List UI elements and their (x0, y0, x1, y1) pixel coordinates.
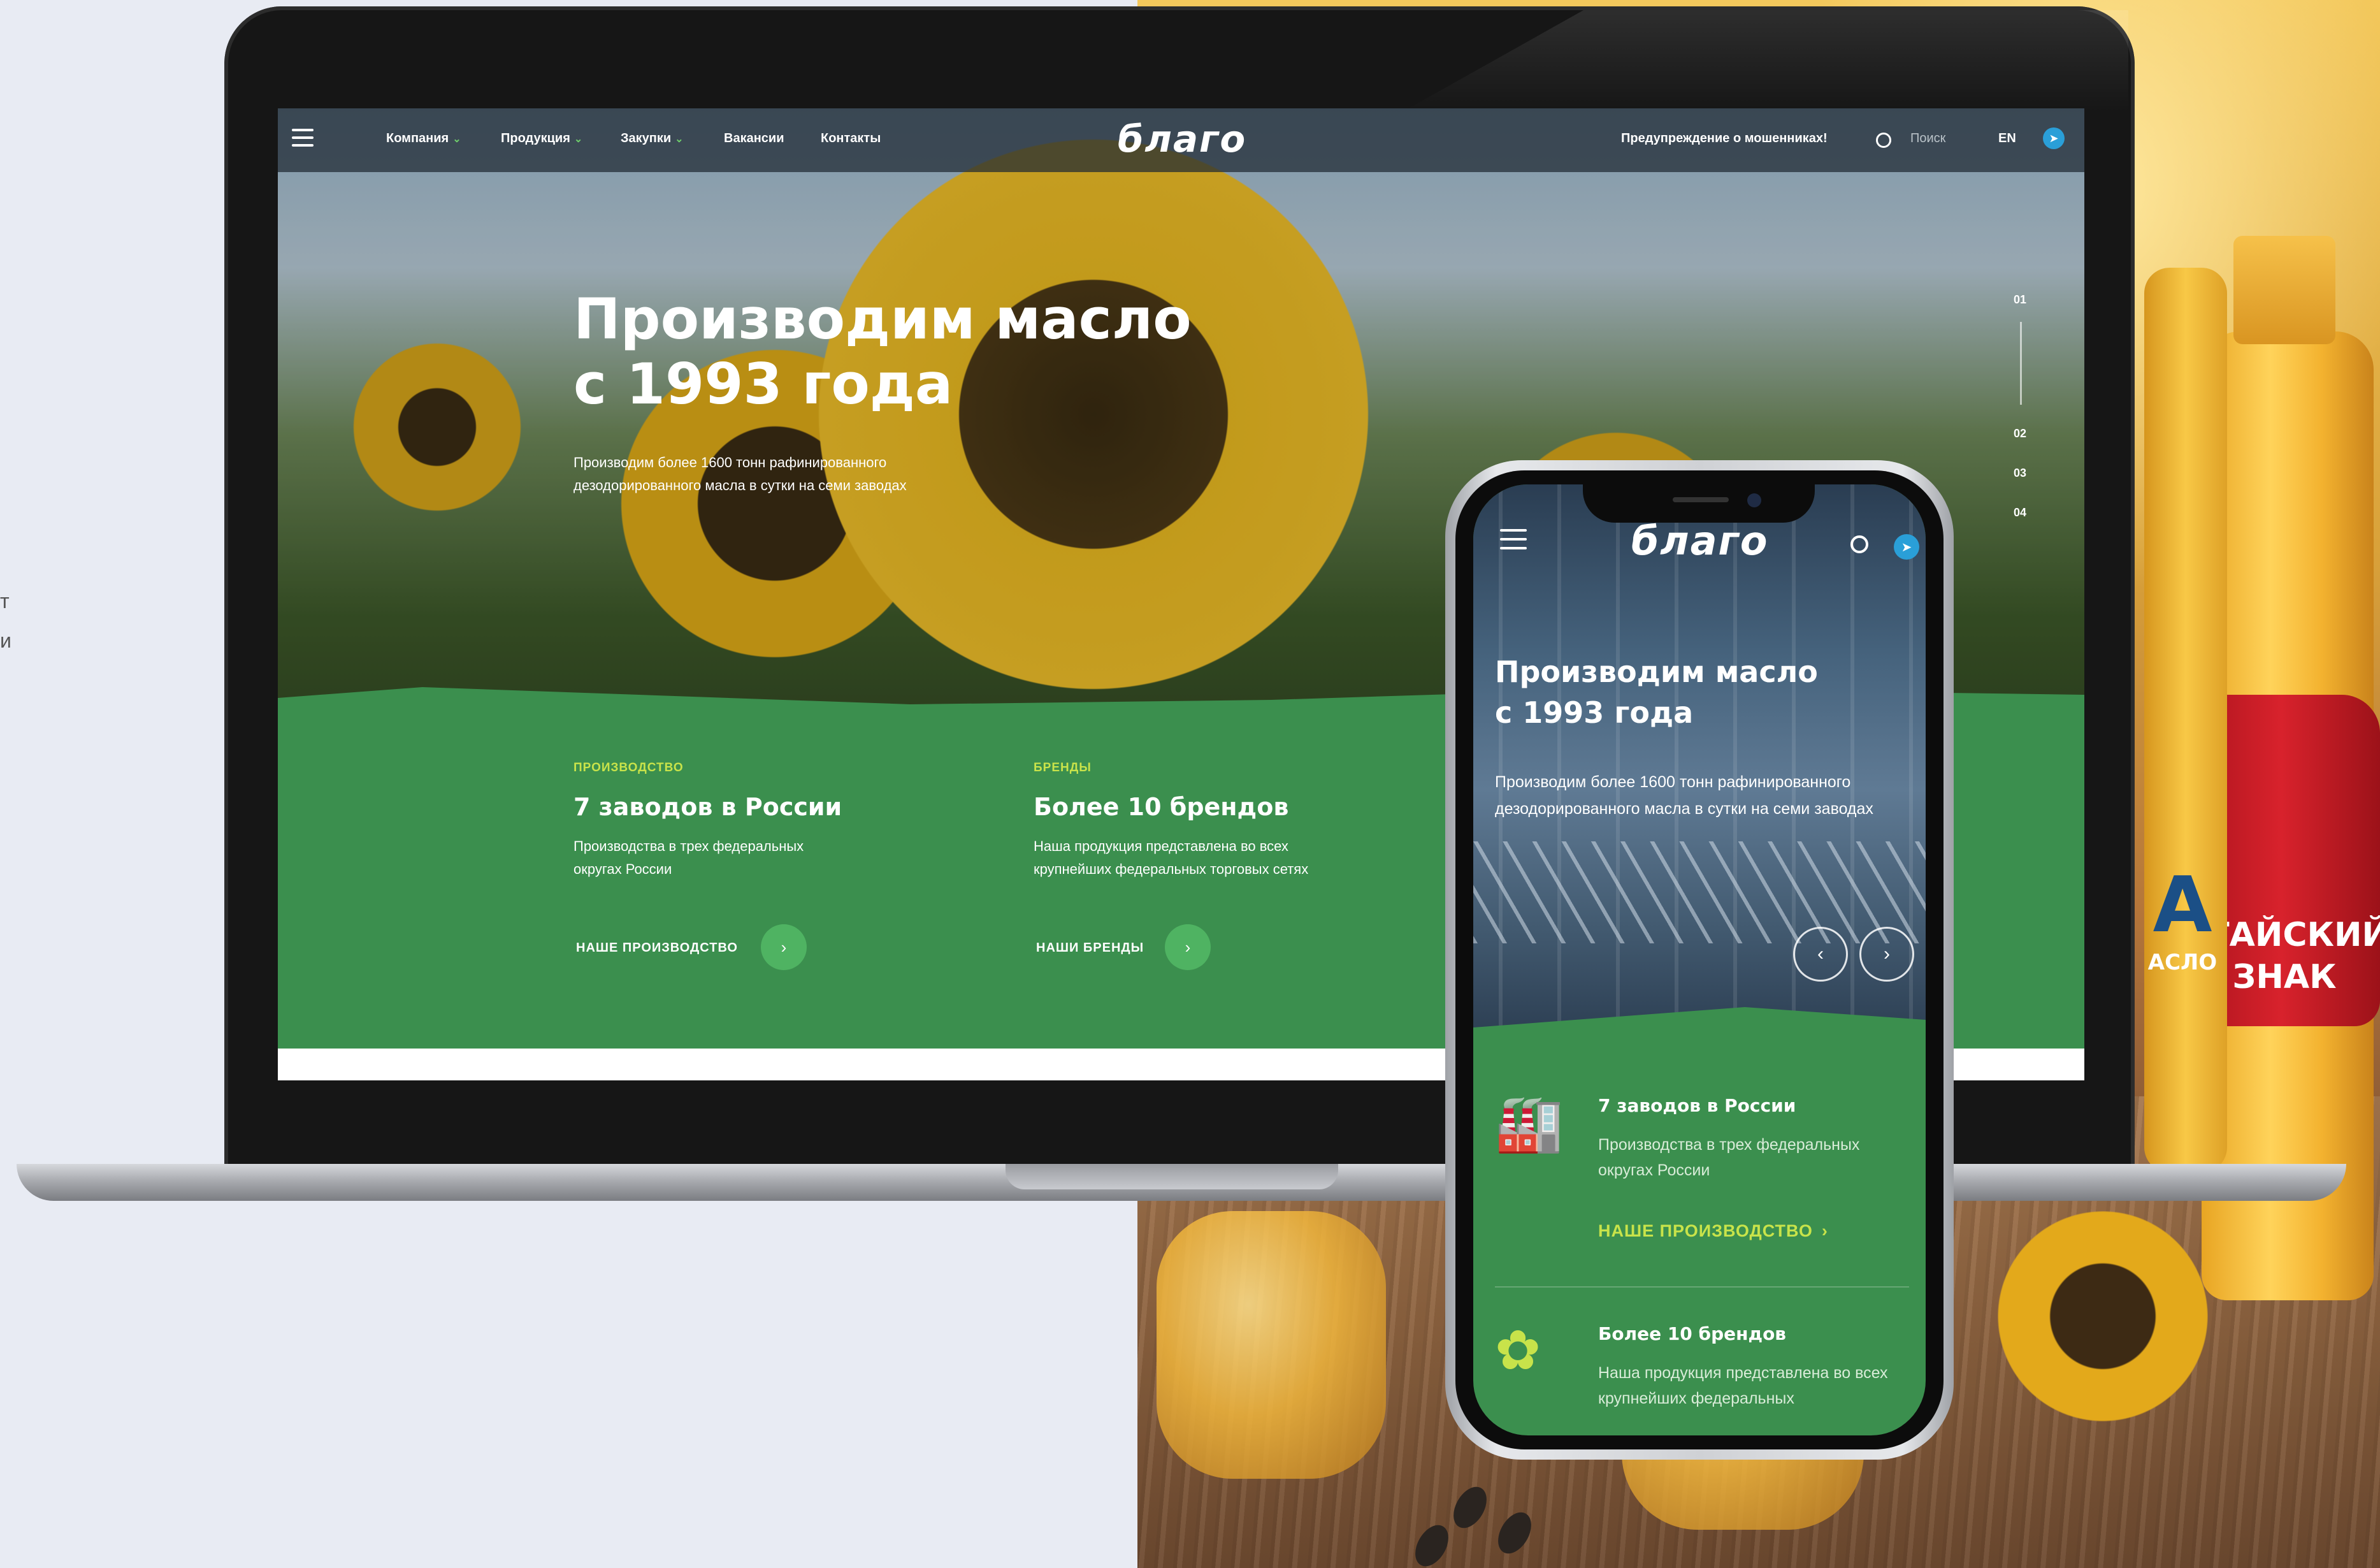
our-production-link[interactable]: НАШЕ ПРОИЗВОДСТВО (576, 941, 738, 955)
slide-indicator-2[interactable]: 02 (2014, 427, 2026, 440)
cropped-side-text: т и (0, 590, 11, 652)
nav-item-contacts[interactable]: Контакты (821, 131, 881, 146)
hero-title: Производим масло с 1993 года (573, 286, 1192, 417)
card-title-brands: Более 10 брендов (1034, 793, 1289, 821)
chevron-right-icon: › (781, 937, 787, 957)
bottle-cap (2233, 236, 2335, 344)
bottle-label-a: А (2153, 860, 2212, 950)
our-brands-link[interactable]: НАШИ БРЕНДЫ (1036, 941, 1144, 955)
mobile-item-title-brands: Более 10 брендов (1598, 1323, 1787, 1344)
mobile-hero-subtitle: Производим более 1600 тонн рафинированно… (1495, 773, 1873, 818)
sunflower-decor (1998, 1211, 2208, 1421)
menu-icon[interactable] (292, 129, 314, 148)
mobile-item-desc-brands: Наша продукция представлена во всех круп… (1598, 1364, 1888, 1407)
oil-bottle-left (2144, 268, 2227, 1173)
slide-progress (2020, 322, 2022, 405)
nav-item-company[interactable]: Компания ⌄ (386, 131, 461, 146)
our-production-button[interactable]: › (761, 924, 807, 970)
chevron-down-icon: ⌄ (573, 134, 583, 145)
card-desc-brands: Наша продукция представлена во всех круп… (1034, 838, 1309, 877)
factory-icon: 🏭 (1495, 1093, 1564, 1154)
nav-item-procurement[interactable]: Закупки ⌄ (621, 131, 684, 146)
our-brands-button[interactable]: › (1165, 924, 1211, 970)
sunflower-icon: ✿ (1495, 1320, 1541, 1381)
nav-item-products[interactable]: Продукция ⌄ (501, 131, 582, 146)
search-input[interactable]: Поиск (1910, 131, 1945, 146)
mobile-item-title-production: 7 заводов в России (1598, 1095, 1796, 1116)
lang-switch[interactable]: EN (1998, 131, 2016, 146)
slider-prev-button[interactable]: ‹ (1793, 927, 1848, 982)
chevron-down-icon: ⌄ (675, 134, 684, 145)
nav-item-vacancies[interactable]: Вакансии (724, 131, 784, 146)
mobile-hero-title: Производим масло с 1993 года (1495, 655, 1818, 730)
mobile-hero-background (1473, 484, 1926, 1039)
slider-next-button[interactable]: › (1859, 927, 1914, 982)
phone-camera (1747, 493, 1761, 507)
mobile-divider (1495, 1286, 1909, 1288)
telegram-icon[interactable]: ➤ (2043, 127, 2065, 149)
fraud-warning-link[interactable]: Предупреждение о мошенниках! (1621, 131, 1828, 146)
menu-icon[interactable] (1500, 529, 1527, 556)
slide-indicator-4[interactable]: 04 (2014, 506, 2026, 519)
chevron-left-icon: ‹ (1817, 943, 1824, 964)
search-icon[interactable] (1876, 133, 1891, 148)
chevron-right-icon: › (1884, 943, 1890, 964)
mobile-logo[interactable]: благо (1631, 518, 1769, 564)
site-logo[interactable]: благо (1118, 117, 1246, 161)
laptop-base-notch (1006, 1164, 1338, 1189)
telegram-icon[interactable]: ➤ (1894, 534, 1919, 560)
chevron-right-icon: › (1821, 1221, 1828, 1240)
bottle-label-maslo: АСЛО (2147, 950, 2218, 975)
search-icon[interactable] (1850, 535, 1868, 553)
mobile-item-desc-production: Производства в трех федеральных округах … (1598, 1136, 1860, 1179)
slide-indicator-1[interactable]: 01 (2014, 293, 2026, 307)
phone-speaker (1673, 497, 1729, 502)
card-category-brands: БРЕНДЫ (1034, 761, 1092, 774)
card-desc-production: Производства в трех федеральных округах … (573, 838, 804, 877)
mobile-hero-truss (1473, 841, 1926, 943)
chevron-right-icon: › (1185, 937, 1191, 957)
chevron-down-icon: ⌄ (452, 134, 461, 145)
mobile-our-production-link[interactable]: НАШЕ ПРОИЗВОДСТВО › (1598, 1221, 1828, 1241)
slide-indicator-3[interactable]: 03 (2014, 467, 2026, 480)
mobile-website: благо ➤ Производим масло с 1993 года Про… (1473, 484, 1926, 1435)
hero-subtitle: Производим более 1600 тонн рафинированно… (573, 454, 907, 493)
card-title-production: 7 заводов в России (573, 793, 842, 821)
card-category-production: ПРОИЗВОДСТВО (573, 761, 684, 774)
oil-jar-left (1157, 1211, 1386, 1479)
